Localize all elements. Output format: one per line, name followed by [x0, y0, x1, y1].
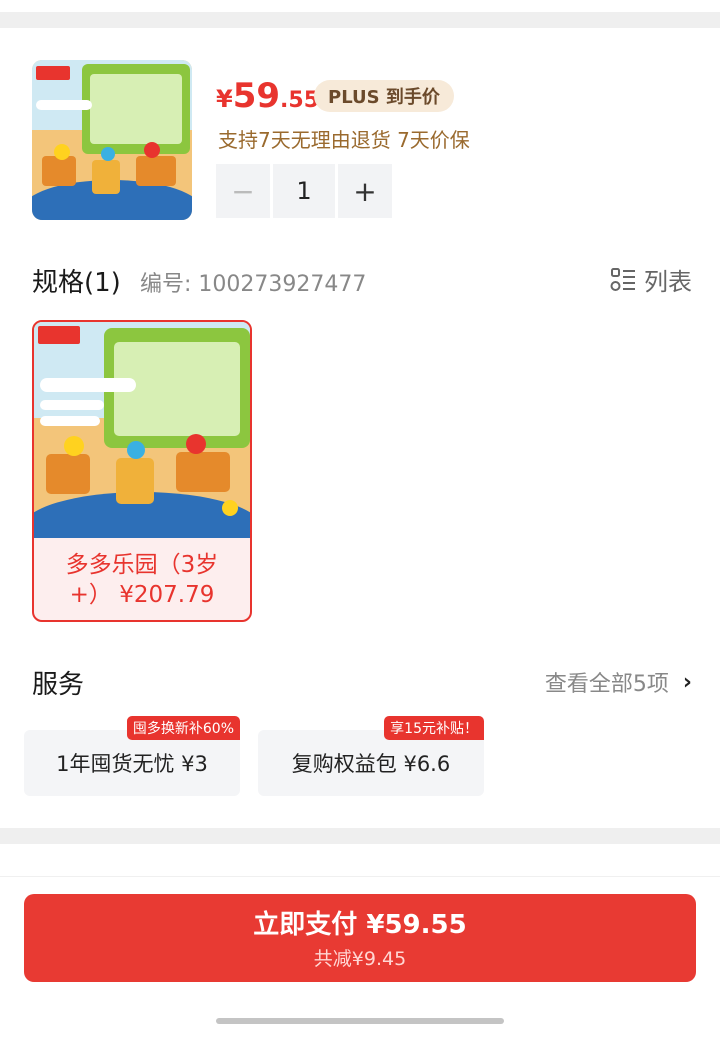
service-option-label: 复购权益包 ¥6.6: [291, 752, 451, 776]
toy-bucket-image: [32, 60, 192, 220]
spec-code: 编号: 100273927477: [140, 272, 367, 297]
service-promo-tag: 囤多换新补60%: [126, 716, 240, 740]
service-title: 服务: [32, 670, 85, 700]
view-all-services-link[interactable]: 查看全部5项 ›: [545, 666, 692, 698]
view-all-label: 查看全部5项: [544, 672, 669, 697]
pay-now-label: 立即支付 ¥59.55: [253, 910, 467, 940]
service-option-storage-guarantee[interactable]: 1年囤货无忧 ¥3 囤多换新补60%: [24, 716, 240, 796]
pay-now-button[interactable]: 立即支付 ¥59.55 共减¥9.45: [24, 894, 696, 982]
chevron-right-icon: ›: [682, 669, 692, 695]
spec-title: 规格(1): [32, 268, 121, 298]
discount-total-label: 共减¥9.45: [313, 948, 407, 970]
product-thumbnail[interactable]: [32, 60, 192, 220]
return-policy-text: 支持7天无理由退货 7天价保: [218, 128, 470, 152]
home-indicator[interactable]: [216, 1018, 504, 1024]
list-view-label: 列表: [644, 268, 692, 296]
quantity-value[interactable]: 1: [273, 164, 335, 218]
product-summary: ¥ 59 .55 PLUS 到手价 支持7天无理由退货 7天价保 − 1 +: [0, 28, 720, 238]
service-option-label: 1年囤货无忧 ¥3: [56, 752, 208, 776]
list-view-icon: [610, 267, 635, 291]
separator-bar: [0, 12, 720, 28]
service-option-repurchase-pack[interactable]: 复购权益包 ¥6.6 享15元补贴！: [258, 716, 484, 796]
increase-quantity-button[interactable]: +: [338, 164, 392, 218]
spec-option-label: 多多乐园（3岁+） ¥207.79: [65, 552, 219, 608]
service-header: 服务 查看全部5项 ›: [32, 664, 692, 704]
price-currency: ¥: [216, 85, 233, 113]
price-decimal: .55: [280, 88, 320, 113]
toy-bucket-image: [34, 322, 250, 564]
product-price: ¥ 59 .55: [216, 76, 319, 116]
section-separator: [0, 828, 720, 844]
plus-price-badge: PLUS 到手价: [314, 80, 454, 112]
spec-option-image: [34, 322, 250, 564]
top-separator: [0, 0, 720, 28]
decrease-quantity-button[interactable]: −: [216, 164, 270, 218]
spec-option-card[interactable]: 多多乐园（3岁+） ¥207.79: [32, 320, 252, 622]
quantity-stepper: − 1 +: [216, 164, 392, 218]
list-view-toggle[interactable]: 列表: [610, 262, 692, 297]
service-promo-tag: 享15元补贴！: [384, 716, 484, 740]
price-integer: 59: [232, 76, 281, 116]
spec-header: 规格(1) 编号: 100273927477 列表: [32, 262, 692, 302]
